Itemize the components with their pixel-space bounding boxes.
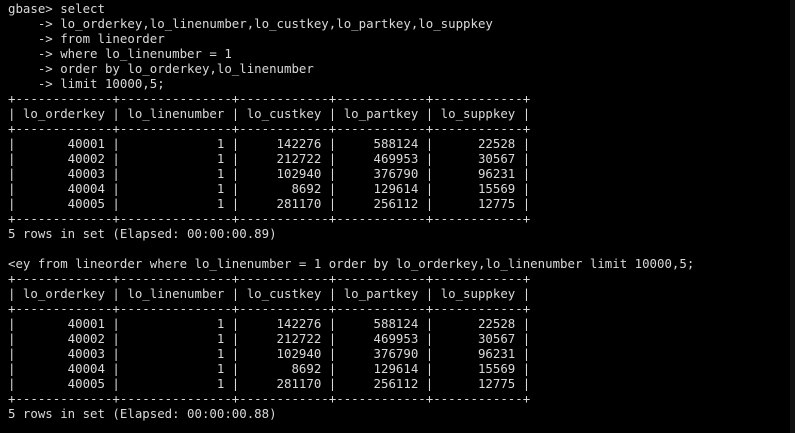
continuation-line: -> where lo_linenumber = 1 [8,46,232,61]
table-border: +-------------+---------------+---------… [8,211,531,226]
continuation-line: -> lo_orderkey,lo_linenumber,lo_custkey,… [8,16,493,31]
continuation-line: -> limit 10000,5; [8,76,165,91]
table-row: | 40002 | 1 | 212722 | 469953 | 30567 | [8,331,531,346]
table-row: | 40004 | 1 | 8692 | 129614 | 15569 | [8,181,531,196]
table-border: +-------------+---------------+---------… [8,271,531,286]
table-row: | 40003 | 1 | 102940 | 376790 | 96231 | [8,166,531,181]
table-row: | 40001 | 1 | 142276 | 588124 | 22528 | [8,316,531,331]
table-row: | 40005 | 1 | 281170 | 256112 | 12775 | [8,196,531,211]
table-row: | 40003 | 1 | 102940 | 376790 | 96231 | [8,346,531,361]
prompt-line: gbase> select [8,1,105,16]
continuation-line: -> order by lo_orderkey,lo_linenumber [8,61,314,76]
table-header: | lo_orderkey | lo_linenumber | lo_custk… [8,106,531,121]
query-line: <ey from lineorder where lo_linenumber =… [8,256,695,271]
terminal-window[interactable]: gbase> select -> lo_orderkey,lo_linenumb… [0,0,795,433]
result-summary: 5 rows in set (Elapsed: 00:00:00.89) [8,226,277,241]
table-border: +-------------+---------------+---------… [8,121,531,136]
table-border: +-------------+---------------+---------… [8,391,531,406]
table-header: | lo_orderkey | lo_linenumber | lo_custk… [8,286,531,301]
table-border: +-------------+---------------+---------… [8,301,531,316]
table-row: | 40004 | 1 | 8692 | 129614 | 15569 | [8,361,531,376]
table-row: | 40002 | 1 | 212722 | 469953 | 30567 | [8,151,531,166]
table-border: +-------------+---------------+---------… [8,91,531,106]
continuation-line: -> from lineorder [8,31,165,46]
result-summary: 5 rows in set (Elapsed: 00:00:00.88) [8,406,277,421]
scrollbar-track[interactable] [790,0,795,433]
table-row: | 40001 | 1 | 142276 | 588124 | 22528 | [8,136,531,151]
table-row: | 40005 | 1 | 281170 | 256112 | 12775 | [8,376,531,391]
